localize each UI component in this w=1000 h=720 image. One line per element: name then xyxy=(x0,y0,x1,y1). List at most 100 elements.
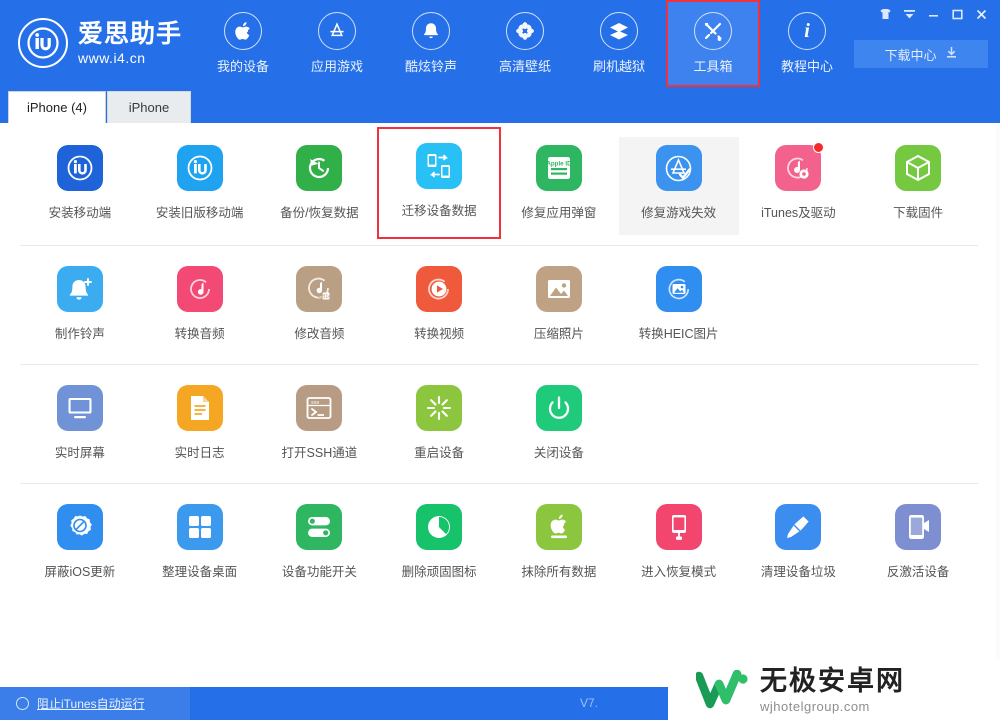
tool-erase-all-data[interactable]: 抹除所有数据 xyxy=(499,496,619,594)
grid-spacer xyxy=(858,377,978,475)
i4-app-icon xyxy=(56,145,103,191)
tool-label: 修复应用弹窗 xyxy=(521,206,597,220)
apple-icon xyxy=(224,12,262,50)
nav-item-apps-games[interactable]: 应用游戏 xyxy=(290,0,384,87)
tool-convert-audio[interactable]: 转换音频 xyxy=(140,258,260,356)
block-ios-update-icon xyxy=(56,504,103,550)
block-itunes-autorun-toggle[interactable]: 阻止iTunes自动运行 xyxy=(0,687,190,720)
edit-audio-icon: \u81ea xyxy=(296,266,343,312)
tool-open-ssh[interactable]: SSH 打开SSH通道 xyxy=(260,377,380,475)
flower-icon xyxy=(506,12,544,50)
tool-organize-desktop[interactable]: 整理设备桌面 xyxy=(140,496,260,594)
restart-device-icon xyxy=(416,385,463,431)
download-center-button[interactable]: 下载中心 xyxy=(854,40,988,68)
tool-shutdown-device[interactable]: 关闭设备 xyxy=(499,377,619,475)
checkbox-icon[interactable] xyxy=(16,697,29,710)
delete-stuck-icon xyxy=(416,504,463,550)
tab-iphone-4[interactable]: iPhone (4) xyxy=(8,91,106,123)
close-icon[interactable] xyxy=(970,4,992,24)
tool-backup-restore[interactable]: 备份/恢复数据 xyxy=(260,137,380,235)
live-screen-icon xyxy=(56,385,103,431)
menu-icon[interactable] xyxy=(898,4,920,24)
maximize-icon[interactable] xyxy=(946,4,968,24)
status-bar: 阻止iTunes自动运行 V7. xyxy=(0,687,1000,720)
compress-photo-icon xyxy=(535,266,582,312)
grid-spacer xyxy=(858,258,978,356)
skin-icon[interactable] xyxy=(874,4,896,24)
tool-live-log[interactable]: 实时日志 xyxy=(140,377,260,475)
tool-label: 设备功能开关 xyxy=(281,565,357,579)
ssh-terminal-icon: SSH xyxy=(296,385,343,431)
nav-item-wallpaper[interactable]: 高清壁纸 xyxy=(478,0,572,87)
toolbox-grid: 安装移动端 安装旧版移动端 备份/恢复数据 迁移设备数据 Apple ID 修复… xyxy=(0,123,1000,602)
tool-label: 备份/恢复数据 xyxy=(280,206,359,220)
minimize-icon[interactable] xyxy=(922,4,944,24)
tool-delete-stuck-icon[interactable]: 删除顽固图标 xyxy=(379,496,499,594)
tab-iphone[interactable]: iPhone xyxy=(106,91,191,123)
nav-label: 工具箱 xyxy=(693,59,733,74)
tool-convert-heic[interactable]: 转换HEIC图片 xyxy=(619,258,739,356)
brand: 爱思助手 www.i4.cn xyxy=(18,18,182,68)
box-open-icon xyxy=(600,12,638,50)
appleid-fix-icon: Apple ID xyxy=(535,145,582,191)
tool-label: 修改音频 xyxy=(294,327,345,341)
toolbox-row: 制作铃声 转换音频 \u81ea 修改音频 转换视频 压缩照片 转换HEIC图片 xyxy=(20,246,978,365)
tool-label: 压缩照片 xyxy=(533,327,584,341)
tool-install-legacy-client[interactable]: 安装旧版移动端 xyxy=(140,137,260,235)
nav-item-toolbox[interactable]: 工具箱 xyxy=(666,0,760,87)
tool-clean-device-junk[interactable]: 清理设备垃圾 xyxy=(739,496,859,594)
tool-label: 反激活设备 xyxy=(886,565,950,579)
tool-block-ios-update[interactable]: 屏蔽iOS更新 xyxy=(20,496,140,594)
tool-convert-video[interactable]: 转换视频 xyxy=(379,258,499,356)
i4-app-old-icon xyxy=(176,145,223,191)
tool-edit-audio[interactable]: \u81ea 修改音频 xyxy=(260,258,380,356)
tool-label: 进入恢复模式 xyxy=(641,565,717,579)
toolbox-row: 安装移动端 安装旧版移动端 备份/恢复数据 迁移设备数据 Apple ID 修复… xyxy=(20,125,978,246)
tool-fix-game-failure[interactable]: 修复游戏失效 xyxy=(618,137,739,235)
nav-label: 教程中心 xyxy=(780,59,833,74)
nav-item-my-device[interactable]: 我的设备 xyxy=(196,0,290,87)
block-itunes-label: 阻止iTunes自动运行 xyxy=(37,697,145,711)
toolbox-content: 安装移动端 安装旧版移动端 备份/恢复数据 迁移设备数据 Apple ID 修复… xyxy=(0,123,1000,687)
make-ringtone-icon xyxy=(56,266,103,312)
nav-label: 应用游戏 xyxy=(310,59,363,74)
nav-item-tutorials[interactable]: i 教程中心 xyxy=(760,0,854,87)
tool-migrate-device-data[interactable]: 迁移设备数据 xyxy=(377,127,501,239)
tool-label: 实时屏幕 xyxy=(54,446,105,460)
tool-deactivate-device[interactable]: 反激活设备 xyxy=(858,496,978,594)
version-label: V7. xyxy=(580,696,599,710)
tool-make-ringtone[interactable]: 制作铃声 xyxy=(20,258,140,356)
tool-enter-recovery-mode[interactable]: 进入恢复模式 xyxy=(619,496,739,594)
nav-item-ringtones[interactable]: 酷炫铃声 xyxy=(384,0,478,87)
tool-label: 安装旧版移动端 xyxy=(155,206,244,220)
scrollbar-track[interactable] xyxy=(996,123,1000,687)
tool-download-firmware[interactable]: 下载固件 xyxy=(858,137,978,235)
main-nav: 我的设备 应用游戏 酷炫铃声 高清壁纸 刷机越狱 工具箱 i 教程中心 xyxy=(196,0,854,87)
nav-label: 我的设备 xyxy=(216,59,269,74)
grid-spacer xyxy=(619,377,739,475)
tool-label: 转换视频 xyxy=(414,327,465,341)
convert-audio-icon xyxy=(176,266,223,312)
nav-label: 酷炫铃声 xyxy=(404,59,457,74)
tool-compress-photo[interactable]: 压缩照片 xyxy=(499,258,619,356)
tool-itunes-driver[interactable]: iTunes及驱动 xyxy=(739,137,859,235)
tool-label: 转换音频 xyxy=(174,327,225,341)
tool-label: 实时日志 xyxy=(174,446,225,460)
notification-badge xyxy=(813,142,825,153)
tool-label: 清理设备垃圾 xyxy=(760,565,836,579)
device-tabs: iPhone (4) iPhone xyxy=(0,87,1000,123)
tool-label: 打开SSH通道 xyxy=(281,446,358,460)
nav-item-flash-jailbreak[interactable]: 刷机越狱 xyxy=(572,0,666,87)
tool-label: 迁移设备数据 xyxy=(401,204,477,218)
tool-device-feature-switch[interactable]: 设备功能开关 xyxy=(260,496,380,594)
bell-icon xyxy=(412,12,450,50)
brand-logo-icon xyxy=(18,18,68,68)
tool-label: 屏蔽iOS更新 xyxy=(44,565,116,579)
tool-restart-device[interactable]: 重启设备 xyxy=(379,377,499,475)
tool-live-screen[interactable]: 实时屏幕 xyxy=(20,377,140,475)
window-controls xyxy=(874,4,992,24)
brand-name: 爱思助手 xyxy=(78,19,183,48)
tool-install-mobile-client[interactable]: 安装移动端 xyxy=(20,137,140,235)
tool-fix-app-popup[interactable]: Apple ID 修复应用弹窗 xyxy=(499,137,619,235)
app-header: 爱思助手 www.i4.cn 我的设备 应用游戏 酷炫铃声 高清壁纸 刷机越狱 … xyxy=(0,0,1000,87)
